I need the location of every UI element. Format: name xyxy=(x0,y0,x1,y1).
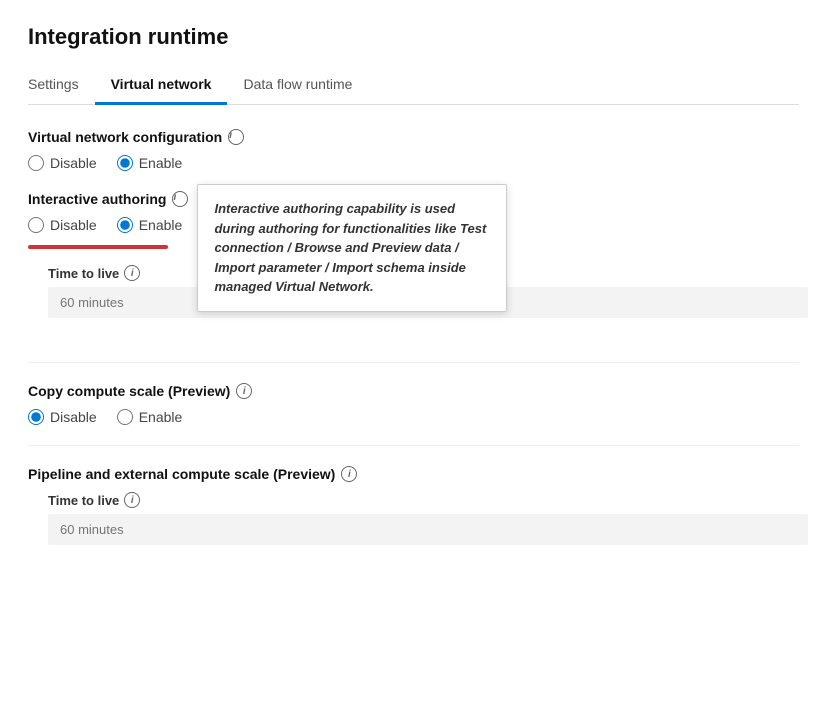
copy-compute-section: Copy compute scale (Preview) i Disable E… xyxy=(28,383,799,425)
interactive-authoring-disable-option[interactable]: Disable xyxy=(28,217,97,233)
page-title: Integration runtime xyxy=(28,24,799,50)
copy-compute-info-icon[interactable]: i xyxy=(236,383,252,399)
virtual-network-disable-radio[interactable] xyxy=(28,155,44,171)
virtual-network-config-label: Virtual network configuration i xyxy=(28,129,799,145)
virtual-network-config-section: Virtual network configuration i Disable … xyxy=(28,129,799,171)
ttl-pipeline-info-icon[interactable]: i xyxy=(124,492,140,508)
copy-compute-disable-radio[interactable] xyxy=(28,409,44,425)
tab-virtual-network[interactable]: Virtual network xyxy=(95,66,228,105)
pipeline-external-info-icon[interactable]: i xyxy=(341,466,357,482)
ttl-pipeline-input[interactable] xyxy=(48,514,808,545)
copy-compute-disable-label: Disable xyxy=(50,409,97,425)
tab-settings[interactable]: Settings xyxy=(28,66,95,105)
copy-compute-enable-radio[interactable] xyxy=(117,409,133,425)
interactive-authoring-content: Interactive authoring i Interactive auth… xyxy=(28,191,808,342)
copy-compute-radio-group: Disable Enable xyxy=(28,409,799,425)
interactive-authoring-enable-label: Enable xyxy=(139,217,183,233)
virtual-network-config-radio-group: Disable Enable xyxy=(28,155,799,171)
interactive-authoring-section: Interactive authoring i Interactive auth… xyxy=(28,191,799,342)
section-divider-1 xyxy=(28,362,799,363)
ttl-pipeline-label: Time to live i xyxy=(48,492,799,508)
interactive-authoring-disable-radio[interactable] xyxy=(28,217,44,233)
copy-compute-enable-label: Enable xyxy=(139,409,183,425)
interactive-authoring-enable-option[interactable]: Enable xyxy=(117,217,183,233)
virtual-network-disable-option[interactable]: Disable xyxy=(28,155,97,171)
ttl-interactive-info-icon[interactable]: i xyxy=(124,265,140,281)
tab-data-flow-runtime[interactable]: Data flow runtime xyxy=(227,66,368,105)
interactive-authoring-info-icon[interactable]: i Interactive authoring capability is us… xyxy=(172,191,188,207)
tab-bar: Settings Virtual network Data flow runti… xyxy=(28,66,799,105)
virtual-network-config-info-icon[interactable]: i xyxy=(228,129,244,145)
pipeline-external-label: Pipeline and external compute scale (Pre… xyxy=(28,466,799,482)
interactive-authoring-disable-label: Disable xyxy=(50,217,97,233)
interactive-authoring-red-bar xyxy=(28,245,168,249)
interactive-authoring-label: Interactive authoring i Interactive auth… xyxy=(28,191,808,207)
virtual-network-enable-option[interactable]: Enable xyxy=(117,155,183,171)
copy-compute-disable-option[interactable]: Disable xyxy=(28,409,97,425)
ttl-pipeline-section: Time to live i xyxy=(48,492,799,545)
virtual-network-enable-radio[interactable] xyxy=(117,155,133,171)
virtual-network-enable-label: Enable xyxy=(139,155,183,171)
interactive-authoring-row: Interactive authoring i Interactive auth… xyxy=(28,191,799,342)
interactive-authoring-tooltip: Interactive authoring capability is used… xyxy=(197,184,507,312)
copy-compute-label: Copy compute scale (Preview) i xyxy=(28,383,799,399)
pipeline-external-section: Pipeline and external compute scale (Pre… xyxy=(28,466,799,545)
interactive-authoring-enable-radio[interactable] xyxy=(117,217,133,233)
section-divider-2 xyxy=(28,445,799,446)
virtual-network-disable-label: Disable xyxy=(50,155,97,171)
copy-compute-enable-option[interactable]: Enable xyxy=(117,409,183,425)
